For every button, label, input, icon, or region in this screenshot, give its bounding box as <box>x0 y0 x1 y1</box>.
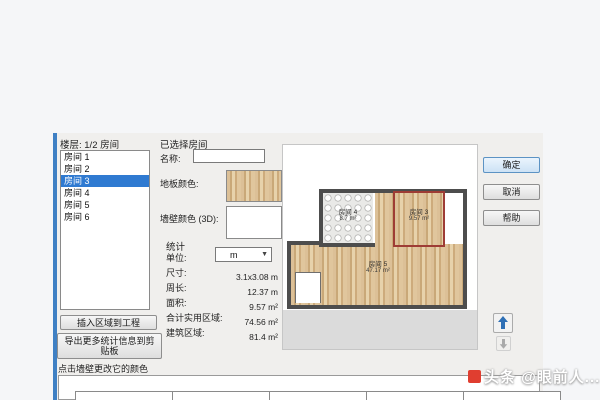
room-area: 47.17 m² <box>366 268 390 274</box>
footer-hint: 点击墙壁更改它的颜色 <box>58 364 149 374</box>
help-button[interactable]: 帮助 <box>483 210 540 226</box>
plan-room-large-label: 房间 5 47.17 m² <box>366 261 390 275</box>
plan-wall-step[interactable] <box>287 241 323 245</box>
chevron-down-icon: ▼ <box>261 251 268 258</box>
unit-label: 单位: <box>166 253 187 263</box>
wall-color-cell[interactable] <box>172 391 270 400</box>
ok-button[interactable]: 确定 <box>483 157 540 173</box>
watermark-text: 头条 @眼前人... <box>484 369 600 386</box>
plan-wall-bottom[interactable] <box>287 305 467 309</box>
stat-label: 尺寸: <box>166 268 187 278</box>
plan-wall-left[interactable] <box>287 241 291 309</box>
plan-room-selected-label: 房间 3 9.57 m² <box>409 209 429 223</box>
stat-value: 81.4 m² <box>249 332 278 342</box>
unit-select[interactable]: m ▼ <box>215 247 272 262</box>
room-name-input[interactable] <box>193 149 265 163</box>
room-listbox[interactable]: 房间 1 房间 2 房间 3 房间 4 房间 5 房间 6 <box>60 150 150 310</box>
wall-color-label: 墙壁颜色 (3D): <box>160 214 219 224</box>
plan-outside-area <box>283 310 477 349</box>
floor-color-label: 地板颜色: <box>160 179 199 189</box>
move-up-button[interactable] <box>493 313 513 333</box>
floor-plan-canvas[interactable]: 房间 4 8.7 m² 房间 3 9.57 m² 房间 5 47.17 m² <box>282 144 478 350</box>
insert-area-button[interactable]: 插入区域到工程 <box>60 315 157 330</box>
watermark: 头条 @眼前人... <box>468 366 600 387</box>
stat-label: 面积: <box>166 298 187 308</box>
screenshot-root: 楼层: 1/2 房间 房间 1 房间 2 房间 3 房间 4 房间 5 房间 6… <box>0 0 600 400</box>
room-list-item[interactable]: 房间 6 <box>61 211 149 223</box>
room-area: 8.7 m² <box>339 216 357 222</box>
unit-select-value: m <box>230 249 238 260</box>
down-arrow-icon <box>499 339 508 349</box>
dialog-left-edge <box>53 133 57 400</box>
stat-row-building-area: 建筑区域: 81.4 m² <box>166 326 278 342</box>
name-label: 名称: <box>160 154 181 164</box>
room-list-item-selected[interactable]: 房间 3 <box>61 175 149 187</box>
stat-label: 建筑区域: <box>166 328 205 338</box>
wall-color-cell[interactable] <box>366 391 464 400</box>
room-list-item[interactable]: 房间 2 <box>61 163 149 175</box>
up-arrow-icon <box>498 316 508 329</box>
toutiao-logo-icon <box>468 370 481 383</box>
room-area: 9.57 m² <box>408 216 430 222</box>
room-name: 房间 5 <box>368 261 388 268</box>
wall-color-cells <box>75 391 561 400</box>
stat-row-perimeter: 周长: 12.37 m <box>166 281 278 297</box>
stat-label: 周长: <box>166 283 187 293</box>
plan-room-strip[interactable] <box>375 193 393 245</box>
stat-row-size: 尺寸: 3.1x3.08 m <box>166 266 278 282</box>
plan-room-tiled-label: 房间 4 8.7 m² <box>339 209 357 223</box>
room-name: 房间 4 <box>338 209 358 216</box>
wall-color-swatch[interactable] <box>226 206 282 239</box>
plan-wall-right[interactable] <box>463 189 467 309</box>
room-list-item[interactable]: 房间 5 <box>61 199 149 211</box>
stat-row-area: 面积: 9.57 m² <box>166 296 278 312</box>
room-list-header: 楼层: 1/2 房间 <box>60 140 120 151</box>
plan-wall-tiled-bottom[interactable] <box>319 243 375 247</box>
room-list-item[interactable]: 房间 1 <box>61 151 149 163</box>
plan-recess <box>295 272 321 303</box>
move-down-button[interactable] <box>496 336 511 351</box>
wall-color-cell[interactable] <box>269 391 367 400</box>
export-statistics-button[interactable]: 导出更多统计信息到剪贴板 <box>57 333 162 359</box>
plan-wall-tiled-left[interactable] <box>319 189 323 247</box>
floor-color-swatch[interactable] <box>226 170 282 202</box>
stat-row-usable-area: 合计实用区域: 74.56 m² <box>166 311 278 327</box>
cancel-button[interactable]: 取消 <box>483 184 540 200</box>
room-name: 房间 3 <box>409 209 429 216</box>
stat-label: 合计实用区域: <box>166 313 223 323</box>
wall-color-cell[interactable] <box>463 391 561 400</box>
wall-color-cell[interactable] <box>75 391 173 400</box>
room-list-item[interactable]: 房间 4 <box>61 187 149 199</box>
